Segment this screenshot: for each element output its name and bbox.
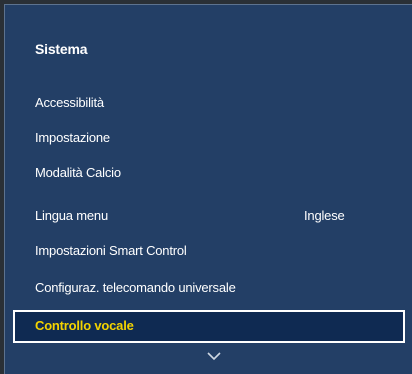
menu-item-modalita-calcio[interactable]: Modalità Calcio xyxy=(13,157,405,187)
menu-item-accessibilita[interactable]: Accessibilità xyxy=(13,87,405,117)
menu-item-label: Controllo vocale xyxy=(35,318,134,333)
menu-item-value: Inglese xyxy=(304,208,345,223)
menu-item-label: Configuraz. telecomando universale xyxy=(35,280,236,295)
menu-item-impostazione[interactable]: Impostazione xyxy=(13,122,405,152)
menu-item-lingua-menu[interactable]: Lingua menu Inglese xyxy=(13,200,405,230)
menu-item-configuraz-telecomando[interactable]: Configuraz. telecomando universale xyxy=(13,272,405,302)
menu-item-label: Accessibilità xyxy=(35,95,104,110)
menu-item-label: Lingua menu xyxy=(35,208,108,223)
chevron-down-icon[interactable] xyxy=(207,352,221,361)
menu-item-controllo-vocale[interactable]: Controllo vocale xyxy=(13,310,405,343)
menu-item-label: Impostazioni Smart Control xyxy=(35,243,187,258)
menu-item-label: Impostazione xyxy=(35,130,110,145)
system-menu-panel: Sistema Accessibilità Impostazione Modal… xyxy=(4,4,412,374)
menu-title: Sistema xyxy=(35,41,88,57)
menu-item-label: Modalità Calcio xyxy=(35,165,121,180)
menu-item-impostazioni-smart-control[interactable]: Impostazioni Smart Control xyxy=(13,235,405,265)
